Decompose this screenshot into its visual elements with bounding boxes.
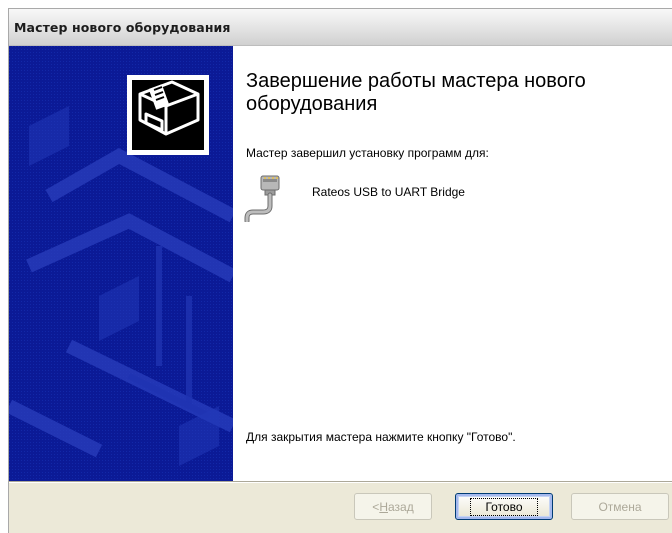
page-heading: Завершение работы мастера нового оборудо…	[246, 70, 586, 115]
back-button-mnemonic: Н	[379, 499, 388, 514]
back-button[interactable]: < Назад	[354, 493, 432, 520]
back-button-label: азад	[387, 499, 414, 514]
hardware-wizard-icon	[127, 75, 209, 155]
serial-cable-icon	[244, 175, 280, 222]
title-bar[interactable]: Мастер нового оборудования	[9, 9, 672, 46]
wizard-window: Мастер нового оборудования Завершение ра…	[8, 8, 672, 533]
finish-button-label: Готово	[470, 497, 538, 516]
installed-device: Rateos USB to UART Bridge	[243, 174, 623, 222]
device-name: Rateos USB to UART Bridge	[312, 185, 465, 199]
button-separator	[9, 481, 672, 483]
window-title: Мастер нового оборудования	[14, 20, 231, 35]
cancel-button-label: Отмена	[598, 499, 642, 514]
back-button-prefix: <	[372, 499, 380, 514]
cancel-button[interactable]: Отмена	[571, 493, 669, 520]
wizard-side-panel	[9, 46, 233, 481]
wizard-content: Завершение работы мастера нового оборудо…	[9, 46, 672, 481]
install-summary-text: Мастер завершил установку программ для:	[246, 146, 489, 160]
finish-button[interactable]: Готово	[455, 493, 553, 520]
close-instruction-text: Для закрытия мастера нажмите кнопку "Гот…	[246, 430, 516, 444]
wizard-main-area: Завершение работы мастера нового оборудо…	[233, 46, 672, 481]
